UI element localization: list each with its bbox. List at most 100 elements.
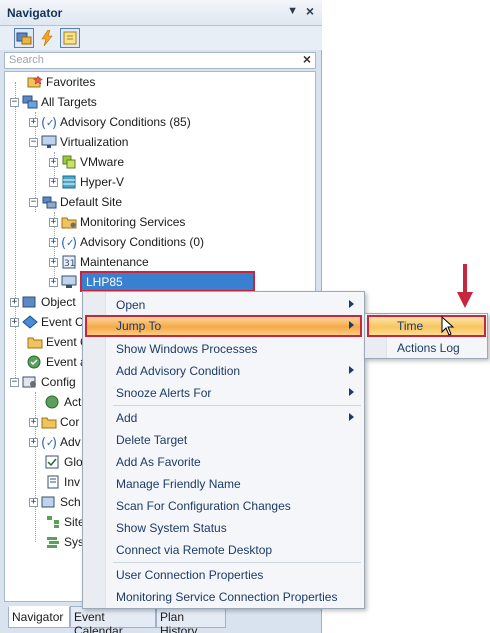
- menu-label: Add: [116, 411, 138, 425]
- collapse-icon[interactable]: −: [10, 377, 19, 387]
- menu-label: Add As Favorite: [116, 455, 201, 469]
- expand-icon[interactable]: +: [49, 237, 58, 247]
- tree-item-glo[interactable]: Glo: [45, 452, 83, 472]
- menu-label: User Connection Properties: [116, 568, 264, 582]
- search-input[interactable]: Search ×: [4, 51, 316, 69]
- panel-title: Navigator: [7, 6, 63, 20]
- lightning-icon[interactable]: [37, 28, 57, 48]
- tree-item-advisory-conditions[interactable]: + (✓) Advisory Conditions (85): [29, 112, 191, 132]
- menu-label: Show Windows Processes: [116, 342, 258, 356]
- menu-item-user-connection-properties[interactable]: User Connection Properties: [85, 564, 362, 586]
- tree-label: Cor: [60, 415, 80, 429]
- tree-item-site[interactable]: Site: [45, 512, 85, 532]
- tree-item-config[interactable]: − Config: [10, 372, 76, 392]
- menu-item-add-advisory-condition[interactable]: Add Advisory Condition: [85, 360, 362, 382]
- expand-icon[interactable]: +: [29, 417, 38, 427]
- tree-item-vmware[interactable]: + VMware: [49, 152, 124, 172]
- jump-to-submenu: Time Actions Log: [364, 313, 488, 359]
- close-icon[interactable]: ×: [306, 3, 314, 19]
- site-icon: [41, 194, 57, 210]
- objects-icon: [22, 294, 38, 310]
- tree-item-virtualization[interactable]: − Virtualization: [29, 132, 128, 152]
- menu-item-monitoring-service-connection-properties[interactable]: Monitoring Service Connection Properties: [85, 586, 362, 608]
- tree-item-inv[interactable]: Inv: [45, 472, 80, 492]
- expand-icon[interactable]: +: [29, 497, 38, 507]
- tree-label: Sch: [60, 495, 81, 509]
- expand-icon[interactable]: +: [49, 157, 58, 167]
- tree-label: Config: [41, 375, 76, 389]
- collapse-icon[interactable]: −: [29, 197, 38, 207]
- submenu-item-actions-log[interactable]: Actions Log: [367, 337, 486, 359]
- targets-icon[interactable]: [14, 28, 34, 48]
- expand-icon[interactable]: +: [49, 217, 58, 227]
- collapse-icon[interactable]: −: [29, 137, 38, 147]
- expand-icon[interactable]: +: [49, 277, 58, 287]
- expand-icon[interactable]: +: [29, 117, 38, 127]
- menu-label: Monitoring Service Connection Properties: [116, 590, 338, 604]
- tree-label: Glo: [64, 455, 83, 469]
- tree-item-all-targets[interactable]: − All Targets: [10, 92, 97, 112]
- menu-item-jump-to[interactable]: Jump To: [85, 315, 362, 337]
- menu-item-show-system-status[interactable]: Show System Status: [85, 517, 362, 539]
- config-icon: [22, 374, 38, 390]
- action-icon: [45, 394, 61, 410]
- expand-icon[interactable]: +: [10, 297, 19, 307]
- tree-item-sys[interactable]: Sys: [45, 532, 84, 552]
- tree-item-event-c-1[interactable]: + Event C: [10, 312, 84, 332]
- tree-item-advisory-conditions-site[interactable]: + (✓) Advisory Conditions (0): [49, 232, 204, 252]
- event-check-icon: [27, 354, 43, 370]
- tree-item-act[interactable]: Act: [45, 392, 81, 412]
- expand-icon[interactable]: +: [49, 257, 58, 267]
- tree-item-monitoring-services[interactable]: + Monitoring Services: [49, 212, 185, 232]
- tab-plan-history[interactable]: Plan History: [156, 606, 226, 633]
- computer-icon: [61, 274, 77, 290]
- toolbar: [0, 26, 322, 50]
- menu-item-add[interactable]: Add: [85, 407, 362, 429]
- tree-item-default-site[interactable]: − Default Site: [29, 192, 122, 212]
- tree-item-favorites[interactable]: Favorites: [27, 72, 95, 92]
- menu-item-scan-for-configuration-changes[interactable]: Scan For Configuration Changes: [85, 495, 362, 517]
- tree-item-sch[interactable]: + Sch: [29, 492, 81, 512]
- tree-item-adv[interactable]: + (✓) Adv: [29, 432, 81, 452]
- tree-item-lhp85[interactable]: LHP85: [80, 271, 255, 292]
- tree-item-event-a[interactable]: Event a: [27, 352, 87, 372]
- site-tree-icon: [45, 514, 61, 530]
- schedule-icon: [41, 494, 57, 510]
- expand-icon[interactable]: +: [10, 317, 19, 327]
- menu-item-manage-friendly-name[interactable]: Manage Friendly Name: [85, 473, 362, 495]
- menu-item-connect-via-remote-desktop[interactable]: Connect via Remote Desktop: [85, 539, 362, 561]
- menu-label: Scan For Configuration Changes: [116, 499, 291, 513]
- tree-item-lhp85-expander[interactable]: +: [49, 272, 80, 292]
- pin-icon[interactable]: ▼: [287, 5, 298, 17]
- expand-icon[interactable]: +: [29, 437, 38, 447]
- submenu-item-time[interactable]: Time: [367, 315, 486, 337]
- clear-search-icon[interactable]: ×: [303, 51, 311, 67]
- svg-text:): ): [72, 236, 77, 249]
- tree-item-maintenance[interactable]: + 31 Maintenance: [49, 252, 149, 272]
- advisory-icon: (✓): [61, 234, 77, 250]
- inventory-icon: [45, 474, 61, 490]
- tree-label: Monitoring Services: [80, 215, 186, 229]
- submenu-arrow-icon: [349, 413, 354, 421]
- collapse-icon[interactable]: −: [10, 97, 19, 107]
- menu-label: Connect via Remote Desktop: [116, 543, 273, 557]
- expand-icon[interactable]: +: [49, 177, 58, 187]
- tree-item-objects[interactable]: + Object: [10, 292, 76, 312]
- menu-item-open[interactable]: Open: [85, 294, 362, 316]
- tab-navigator[interactable]: Navigator: [8, 606, 70, 628]
- menu-item-delete-target[interactable]: Delete Target: [85, 429, 362, 451]
- tab-label: Plan History: [160, 610, 198, 633]
- tree-item-cor[interactable]: + Cor: [29, 412, 79, 432]
- menu-label: Add Advisory Condition: [116, 364, 241, 378]
- note-icon[interactable]: [60, 28, 80, 48]
- svg-text:): ): [52, 116, 57, 129]
- tab-event-calendar[interactable]: Event Calendar: [70, 606, 156, 633]
- advisory-icon: (✓): [41, 114, 57, 130]
- tree-item-hyper-v[interactable]: + Hyper-V: [49, 172, 124, 192]
- tree-item-event-c-2[interactable]: Event C: [27, 332, 89, 352]
- tab-label: Event Calendar: [74, 610, 123, 633]
- menu-item-add-as-favorite[interactable]: Add As Favorite: [85, 451, 362, 473]
- menu-item-show-windows-processes[interactable]: Show Windows Processes: [85, 338, 362, 360]
- menu-item-snooze-alerts-for[interactable]: Snooze Alerts For: [85, 382, 362, 404]
- tree-label: Event a: [46, 355, 87, 369]
